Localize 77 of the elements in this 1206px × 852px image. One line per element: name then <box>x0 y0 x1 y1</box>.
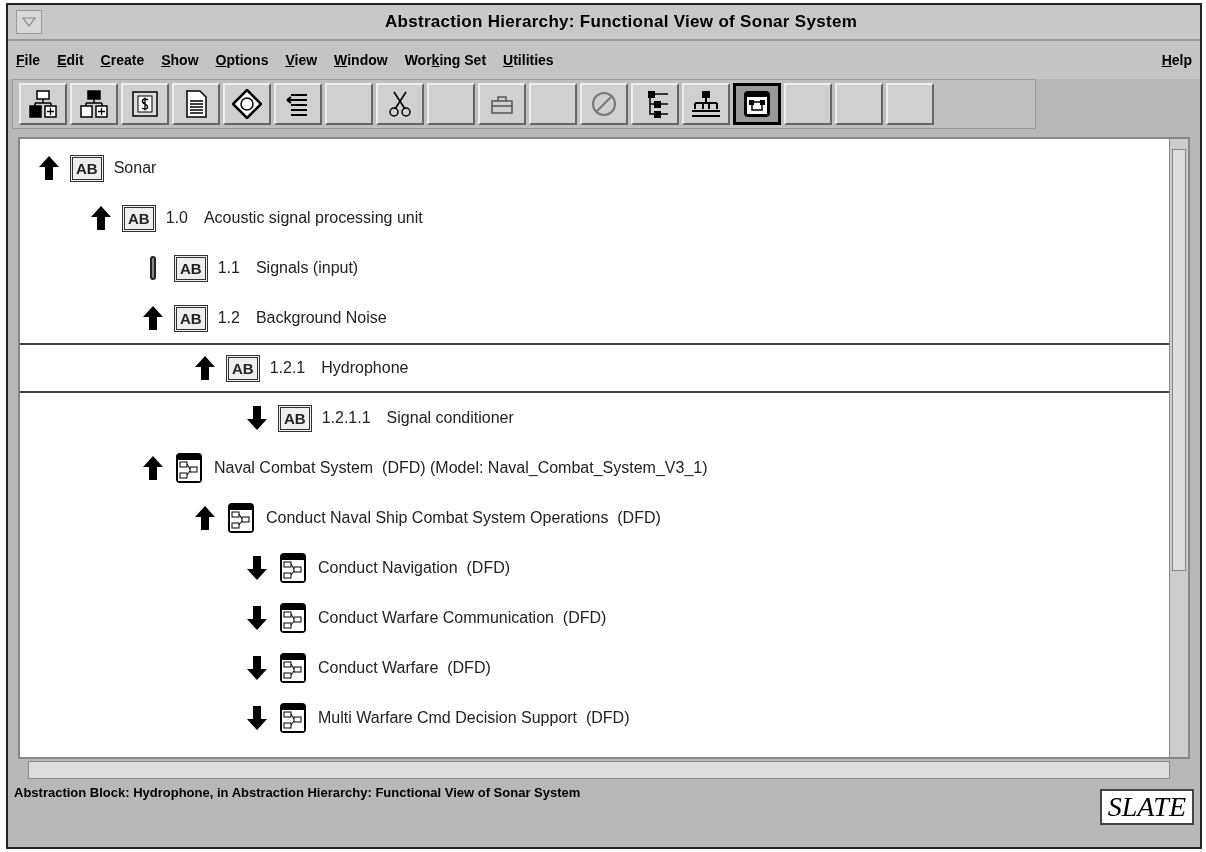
toolbar-button[interactable] <box>733 83 781 125</box>
down-arrow-icon <box>246 405 268 431</box>
diagram-icon <box>278 552 308 584</box>
up-arrow-icon <box>90 205 112 231</box>
menu-item[interactable]: File <box>16 52 41 68</box>
item-number: 1.1 <box>217 259 240 277</box>
menu-item[interactable]: Show <box>161 52 199 68</box>
block-icon: AB <box>174 254 208 282</box>
block-icon: AB <box>278 404 312 432</box>
item-label: Multi Warfare Cmd Decision Support (DFD) <box>318 709 630 727</box>
diagram-icon <box>174 452 204 484</box>
up-arrow-icon <box>194 355 216 381</box>
menu-item[interactable]: View <box>285 52 318 68</box>
item-label: Conduct Warfare Communication (DFD) <box>318 609 607 627</box>
up-arrow-icon <box>38 155 60 181</box>
dollar-icon <box>130 89 160 119</box>
tree-row[interactable]: Naval Combat System (DFD) (Model: Naval_Combat_System_V3_1) <box>20 443 1169 493</box>
tree-row[interactable]: Multi Warfare Cmd Decision Support (DFD) <box>20 693 1169 743</box>
item-label: Background Noise <box>255 309 387 327</box>
block-icon: AB <box>226 354 260 382</box>
item-label: Conduct Navigation (DFD) <box>318 559 511 577</box>
down-arrow-icon <box>246 555 268 581</box>
diagram-icon <box>278 652 308 684</box>
status-text: Abstraction Block: Hydrophone, in Abstraction Hierarchy: Functional View of Sonar System <box>14 785 581 800</box>
item-label: Sonar <box>113 159 157 177</box>
menu-item[interactable]: Utilities <box>503 52 554 68</box>
triangle-down-icon <box>22 17 36 27</box>
item-label: Hydrophone <box>321 359 409 377</box>
horizontal-scrollbar[interactable] <box>28 761 1170 779</box>
tree-add-icon <box>79 89 109 119</box>
vertical-scrollbar[interactable] <box>1169 139 1188 757</box>
menu-item[interactable]: Create <box>100 52 145 68</box>
item-label: Conduct Naval Ship Combat System Operations (DFD) <box>266 509 661 527</box>
tree-row[interactable]: AB 1.1 Signals (input) <box>20 243 1169 293</box>
tree-row[interactable]: AB 1.0 Acoustic signal processing unit <box>20 193 1169 243</box>
tree-row[interactable]: Conduct Warfare Communication (DFD) <box>20 593 1169 643</box>
menu-item[interactable]: Window <box>334 52 388 68</box>
diagram-icon <box>278 702 308 734</box>
hierarchy-icon <box>691 89 721 119</box>
block-icon: AB <box>122 204 156 232</box>
tree-row[interactable]: Conduct Navigation (DFD) <box>20 543 1169 593</box>
diagram-icon <box>226 502 256 534</box>
tree-row[interactable]: AB Sonar <box>20 143 1169 193</box>
block-icon: AB <box>174 304 208 332</box>
item-number: 1.2.1 <box>269 359 306 377</box>
diagram-icon <box>742 89 772 119</box>
down-arrow-icon <box>246 705 268 731</box>
prohibited-icon <box>589 89 619 119</box>
down-arrow-icon <box>246 655 268 681</box>
block-icon: AB <box>70 154 104 182</box>
bar-icon <box>150 256 156 280</box>
tree-row[interactable]: Conduct Warfare (DFD) <box>20 643 1169 693</box>
menu-item[interactable]: Working Set <box>404 52 487 68</box>
up-arrow-icon <box>142 305 164 331</box>
item-label: Naval Combat System (DFD) (Model: Naval_Combat_System_V3_1) <box>214 459 708 477</box>
help-menu[interactable]: Help <box>1161 52 1192 68</box>
logo: SLATE <box>1099 789 1194 825</box>
diagram-icon <box>278 602 308 634</box>
item-label: Signals (input) <box>255 259 359 277</box>
down-arrow-icon <box>246 605 268 631</box>
menu-item[interactable]: Options <box>215 52 269 68</box>
tree-row[interactable]: AB 1.2.1.1 Signal conditioner <box>20 393 1169 443</box>
tree-row[interactable]: AB 1.2 Background Noise <box>20 293 1169 343</box>
tree-add-icon <box>28 89 58 119</box>
item-number: 1.2 <box>217 309 240 327</box>
item-number: 1.0 <box>165 209 188 227</box>
up-arrow-icon <box>142 455 164 481</box>
tree-row[interactable]: AB 1.2.1 Hydrophone <box>20 343 1169 393</box>
item-label: Conduct Warfare (DFD) <box>318 659 491 677</box>
menu-item[interactable]: Edit <box>57 52 84 68</box>
up-arrow-icon <box>194 505 216 531</box>
diamond-icon <box>232 89 262 119</box>
item-number: 1.2.1.1 <box>321 409 371 427</box>
tree-row[interactable]: Conduct Naval Ship Combat System Operations (DFD) <box>20 493 1169 543</box>
item-label: Signal conditioner <box>386 409 514 427</box>
window-title: Abstraction Hierarchy: Functional View of Sonar System <box>383 12 859 32</box>
item-label: Acoustic signal processing unit <box>203 209 423 227</box>
